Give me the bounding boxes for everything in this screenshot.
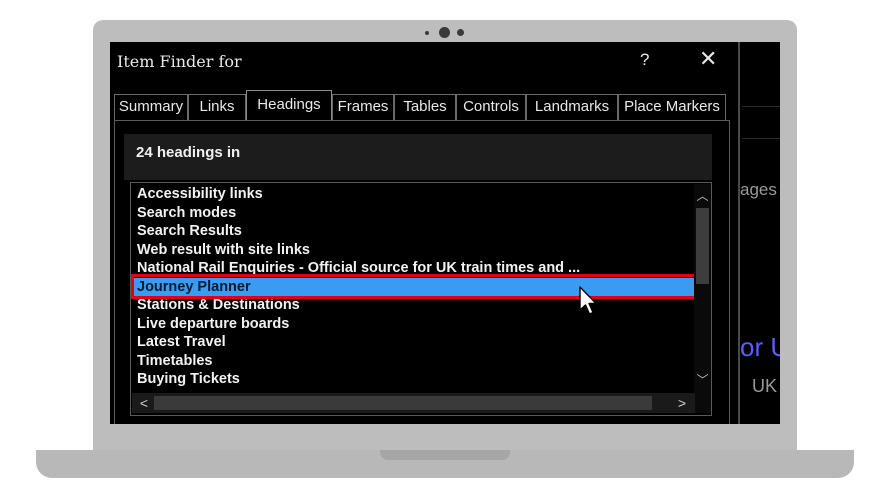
- tab-tables[interactable]: Tables: [394, 94, 456, 120]
- tab-bar: Summary Links Headings Frames Tables Con…: [114, 90, 730, 122]
- tab-summary[interactable]: Summary: [114, 94, 188, 120]
- tab-headings[interactable]: Headings: [246, 90, 332, 120]
- scroll-up-icon[interactable]: ︿: [694, 186, 711, 206]
- background-divider: [742, 138, 780, 139]
- scroll-right-icon[interactable]: >: [672, 393, 692, 413]
- headings-count: 24 headings in: [136, 144, 241, 161]
- tab-place-markers[interactable]: Place Markers: [618, 94, 726, 120]
- vertical-scrollbar[interactable]: ︿ ﹀: [694, 184, 711, 394]
- scroll-left-icon[interactable]: <: [134, 393, 154, 413]
- vertical-scroll-thumb[interactable]: [696, 208, 709, 284]
- close-button[interactable]: ✕: [699, 46, 717, 72]
- tab-controls[interactable]: Controls: [456, 94, 526, 120]
- list-item[interactable]: Latest Travel: [132, 333, 695, 352]
- background-text: ages: [740, 180, 777, 199]
- list-item[interactable]: Search modes: [132, 204, 695, 223]
- camera-dot-left: [425, 31, 429, 35]
- background-link[interactable]: or U: [740, 332, 780, 363]
- dialog-title: Item Finder for: [117, 52, 242, 71]
- headings-list-items: Accessibility links Search modes Search …: [132, 185, 695, 389]
- list-item[interactable]: National Rail Enquiries - Official sourc…: [132, 259, 695, 278]
- background-page: [740, 42, 780, 424]
- tab-landmarks[interactable]: Landmarks: [526, 94, 618, 120]
- close-icon: ✕: [699, 46, 718, 71]
- list-item[interactable]: Web result with site links: [132, 241, 695, 260]
- horizontal-scrollbar[interactable]: < >: [132, 393, 695, 413]
- laptop-notch: [380, 450, 510, 460]
- scrollbar-corner: [695, 393, 711, 413]
- horizontal-scroll-thumb[interactable]: [154, 396, 652, 410]
- background-text: UK: [752, 376, 778, 396]
- list-item[interactable]: Accessibility links: [132, 185, 695, 204]
- screen: ages or U UK Item Finder for ? ✕ Summary…: [110, 42, 780, 424]
- camera-dot-right: [457, 29, 464, 36]
- camera-lens: [439, 27, 450, 38]
- item-finder-dialog: Item Finder for ? ✕ Summary Links Headin…: [110, 42, 740, 424]
- tab-links[interactable]: Links: [188, 94, 246, 120]
- list-item[interactable]: Live departure boards: [132, 315, 695, 334]
- list-item[interactable]: Search Results: [132, 222, 695, 241]
- help-button[interactable]: ?: [640, 50, 649, 70]
- list-item[interactable]: Stations & Destinations: [132, 296, 695, 315]
- list-item[interactable]: Timetables: [132, 352, 695, 371]
- list-item[interactable]: Buying Tickets: [132, 370, 695, 389]
- headings-list[interactable]: Accessibility links Search modes Search …: [130, 182, 712, 416]
- scroll-down-icon[interactable]: ﹀: [694, 370, 711, 390]
- webcam: [425, 27, 467, 39]
- background-divider: [742, 106, 780, 107]
- tab-frames[interactable]: Frames: [332, 94, 394, 120]
- list-item-selected[interactable]: Journey Planner: [132, 277, 695, 296]
- headings-count-box: 24 headings in: [124, 134, 712, 180]
- mouse-pointer-icon: [579, 286, 597, 315]
